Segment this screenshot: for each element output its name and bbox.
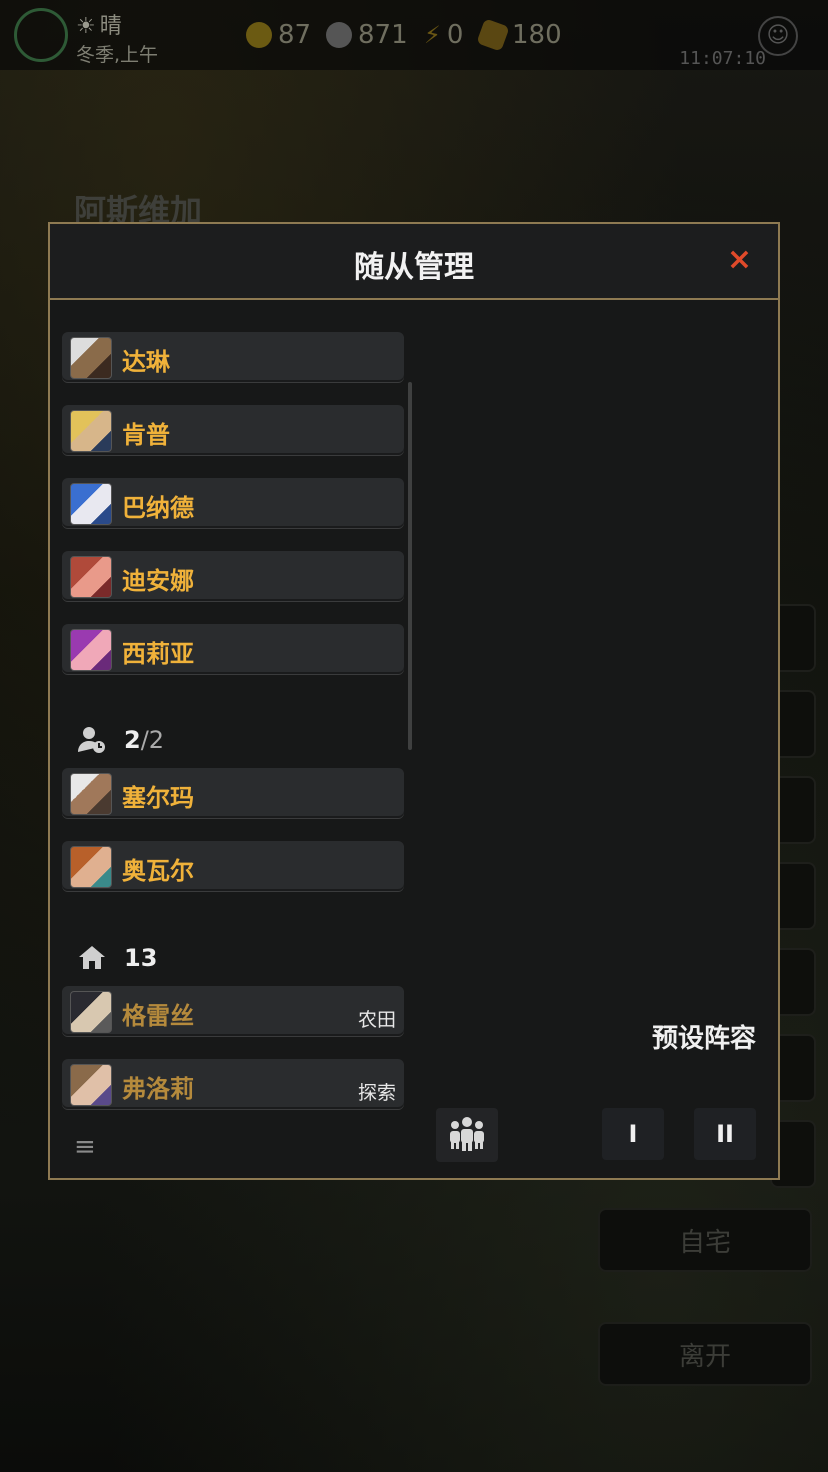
close-icon[interactable]: × bbox=[727, 242, 752, 277]
lightning-icon: ⚡ bbox=[424, 21, 441, 49]
season-time-label: 冬季,上午 bbox=[76, 44, 159, 66]
preset-2-button[interactable]: II bbox=[694, 1108, 756, 1160]
follower-name: 塞尔玛 bbox=[122, 784, 194, 812]
weather-indicator: ☀ 晴 bbox=[76, 14, 122, 39]
home-button[interactable]: 自宅 bbox=[598, 1208, 812, 1272]
follower-name: 达琳 bbox=[122, 348, 170, 376]
party-capacity: /2 bbox=[140, 726, 165, 754]
follower-item[interactable]: 肯普 bbox=[62, 405, 404, 455]
follower-list[interactable]: 达琳 肯普 巴纳德 迪安娜 西莉亚 2/2 塞尔玛 奥瓦尔 13 格雷丝 农田 … bbox=[60, 320, 412, 1120]
follower-item[interactable]: 塞尔玛 bbox=[62, 768, 404, 818]
follower-name: 巴纳德 bbox=[122, 494, 194, 522]
home-count: 13 bbox=[124, 944, 158, 972]
profile-icon[interactable]: ☺ bbox=[758, 16, 798, 56]
energy-counter: ⚡ 0 bbox=[424, 20, 464, 50]
gold-coin-icon bbox=[246, 22, 272, 48]
follower-item[interactable]: 奥瓦尔 bbox=[62, 841, 404, 891]
follower-item[interactable]: 格雷丝 农田 bbox=[62, 986, 404, 1036]
leave-button[interactable]: 离开 bbox=[598, 1322, 812, 1386]
preset-lineup-label: 预设阵容 bbox=[651, 1024, 756, 1054]
follower-name: 格雷丝 bbox=[122, 1002, 194, 1030]
follower-portrait bbox=[70, 629, 112, 671]
follower-item[interactable]: 弗洛莉 探索 bbox=[62, 1059, 404, 1109]
list-scrollbar[interactable] bbox=[408, 382, 412, 750]
dialog-header: 随从管理 × bbox=[50, 224, 778, 300]
follower-item[interactable]: 西莉亚 bbox=[62, 624, 404, 674]
house-icon bbox=[76, 942, 108, 974]
preset-1-button[interactable]: I bbox=[602, 1108, 664, 1160]
follower-portrait bbox=[70, 556, 112, 598]
home-section-header: 13 bbox=[76, 938, 157, 978]
silver-counter: 871 bbox=[326, 20, 408, 50]
people-group-icon bbox=[450, 1117, 484, 1151]
assignment-tag: 农田 bbox=[357, 1009, 396, 1031]
follower-item[interactable]: 巴纳德 bbox=[62, 478, 404, 528]
menu-icon[interactable]: ≡ bbox=[74, 1132, 96, 1162]
follower-name: 迪安娜 bbox=[122, 567, 194, 595]
clock-time: 11:07:10 bbox=[679, 48, 766, 69]
follower-name: 肯普 bbox=[122, 421, 170, 449]
follower-name: 奥瓦尔 bbox=[122, 857, 194, 885]
dialog-footer: ≡ 预设阵容 I II bbox=[50, 1024, 778, 1178]
dialog-title: 随从管理 bbox=[354, 250, 474, 285]
follower-name: 弗洛莉 bbox=[122, 1075, 194, 1103]
follower-portrait bbox=[70, 773, 112, 815]
token-icon bbox=[476, 18, 510, 52]
follower-portrait bbox=[70, 410, 112, 452]
follower-portrait bbox=[70, 483, 112, 525]
follower-portrait bbox=[70, 337, 112, 379]
follower-item[interactable]: 达琳 bbox=[62, 332, 404, 382]
assignment-tag: 探索 bbox=[357, 1082, 396, 1104]
token-counter: 180 bbox=[476, 18, 562, 52]
follower-portrait bbox=[70, 1064, 112, 1106]
status-bar: ☀ 晴 冬季,上午 87 871 ⚡ 0 180 11:07:10 ☺ bbox=[0, 0, 828, 70]
group-button[interactable] bbox=[436, 1108, 498, 1162]
follower-name: 西莉亚 bbox=[122, 640, 194, 668]
sun-icon: ☀ bbox=[76, 14, 96, 39]
party-member-icon bbox=[76, 724, 108, 756]
follower-portrait bbox=[70, 991, 112, 1033]
gold-counter: 87 bbox=[246, 20, 311, 50]
party-count: 2 bbox=[124, 726, 141, 754]
follower-management-dialog: 随从管理 × 达琳 肯普 巴纳德 迪安娜 西莉亚 2/2 塞尔玛 奥瓦尔 13 … bbox=[48, 222, 780, 1180]
party-section-header: 2/2 bbox=[76, 720, 164, 760]
follower-portrait bbox=[70, 846, 112, 888]
silver-coin-icon bbox=[326, 22, 352, 48]
follower-item[interactable]: 迪安娜 bbox=[62, 551, 404, 601]
day-cycle-dial[interactable] bbox=[14, 8, 68, 62]
